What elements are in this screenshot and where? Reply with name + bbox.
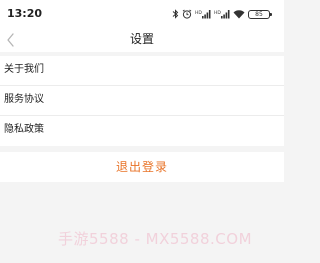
watermark: 手游5588 - MX5588.COM: [58, 230, 253, 248]
svg-text:HD: HD: [214, 10, 221, 16]
signal-hd-icon: HD: [214, 9, 230, 19]
status-time: 13:20: [7, 7, 43, 20]
menu-item-about-us[interactable]: 关于我们: [0, 56, 284, 86]
nav-bar: 设置: [0, 28, 284, 52]
battery-icon: 85: [248, 9, 272, 19]
status-icons: HD HD 85: [172, 6, 272, 22]
menu-item-privacy-policy[interactable]: 隐私政策: [0, 116, 284, 146]
logout-label: 退出登录: [115, 160, 168, 174]
page-title: 设置: [129, 32, 154, 46]
menu-item-label: 服务协议: [4, 94, 44, 105]
status-bar: 13:20 HD HD 85: [0, 0, 284, 28]
menu-item-label: 隐私政策: [4, 124, 44, 135]
settings-menu: 关于我们 服务协议 隐私政策: [0, 56, 284, 146]
svg-text:HD: HD: [195, 10, 202, 16]
signal-hd-icon: HD: [195, 9, 211, 19]
bluetooth-icon: [172, 9, 179, 19]
logout-button[interactable]: 退出登录: [0, 152, 284, 182]
menu-item-label: 关于我们: [4, 64, 44, 75]
menu-item-service-agreement[interactable]: 服务协议: [0, 86, 284, 116]
alarm-icon: [182, 9, 192, 19]
wifi-icon: [233, 9, 245, 19]
